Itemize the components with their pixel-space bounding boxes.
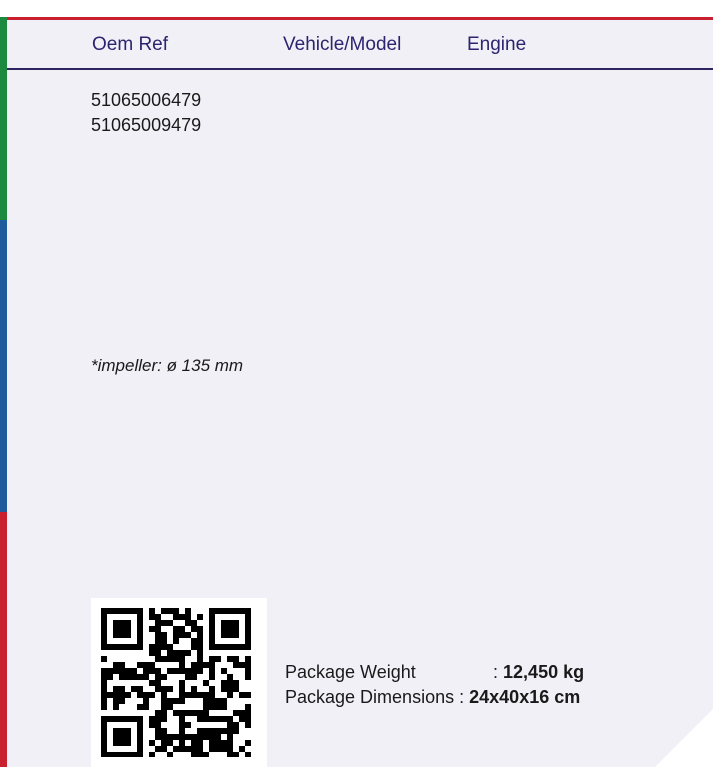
column-header-vehicle-model: Vehicle/Model	[283, 34, 402, 55]
column-header-engine: Engine	[467, 34, 527, 55]
oem-ref-item: 51065006479	[91, 90, 202, 110]
package-weight-separator: :	[493, 662, 499, 682]
package-weight-label: Package Weight	[285, 662, 416, 682]
package-weight-value: 12,450 kg	[503, 662, 585, 682]
side-band-green	[0, 17, 7, 220]
package-dimensions-value: 24x40x16 cm	[469, 687, 581, 707]
impeller-note: *impeller: ø 135 mm	[91, 356, 244, 375]
qr-code-image	[101, 608, 251, 757]
package-dimensions-label: Package Dimensions	[285, 687, 455, 707]
package-dimensions-row: Package Dimensions : 24x40x16 cm	[285, 685, 584, 710]
page-corner-fold	[655, 709, 713, 767]
table-header: Oem Ref Vehicle/Model Engine	[7, 20, 713, 68]
top-strip	[0, 0, 713, 17]
side-band-blue	[0, 220, 7, 512]
package-info: Package Weight: 12,450 kg Package Dimens…	[285, 660, 584, 710]
package-dimensions-separator: :	[459, 687, 465, 707]
oem-ref-item: 51065009479	[91, 115, 202, 135]
package-weight-row: Package Weight: 12,450 kg	[285, 660, 584, 685]
column-header-oem-ref: Oem Ref	[92, 34, 169, 55]
oem-ref-list: 51065006479 51065009479	[91, 88, 201, 138]
header-divider	[7, 68, 713, 70]
qr-code	[91, 598, 267, 767]
side-band-red	[0, 512, 7, 767]
